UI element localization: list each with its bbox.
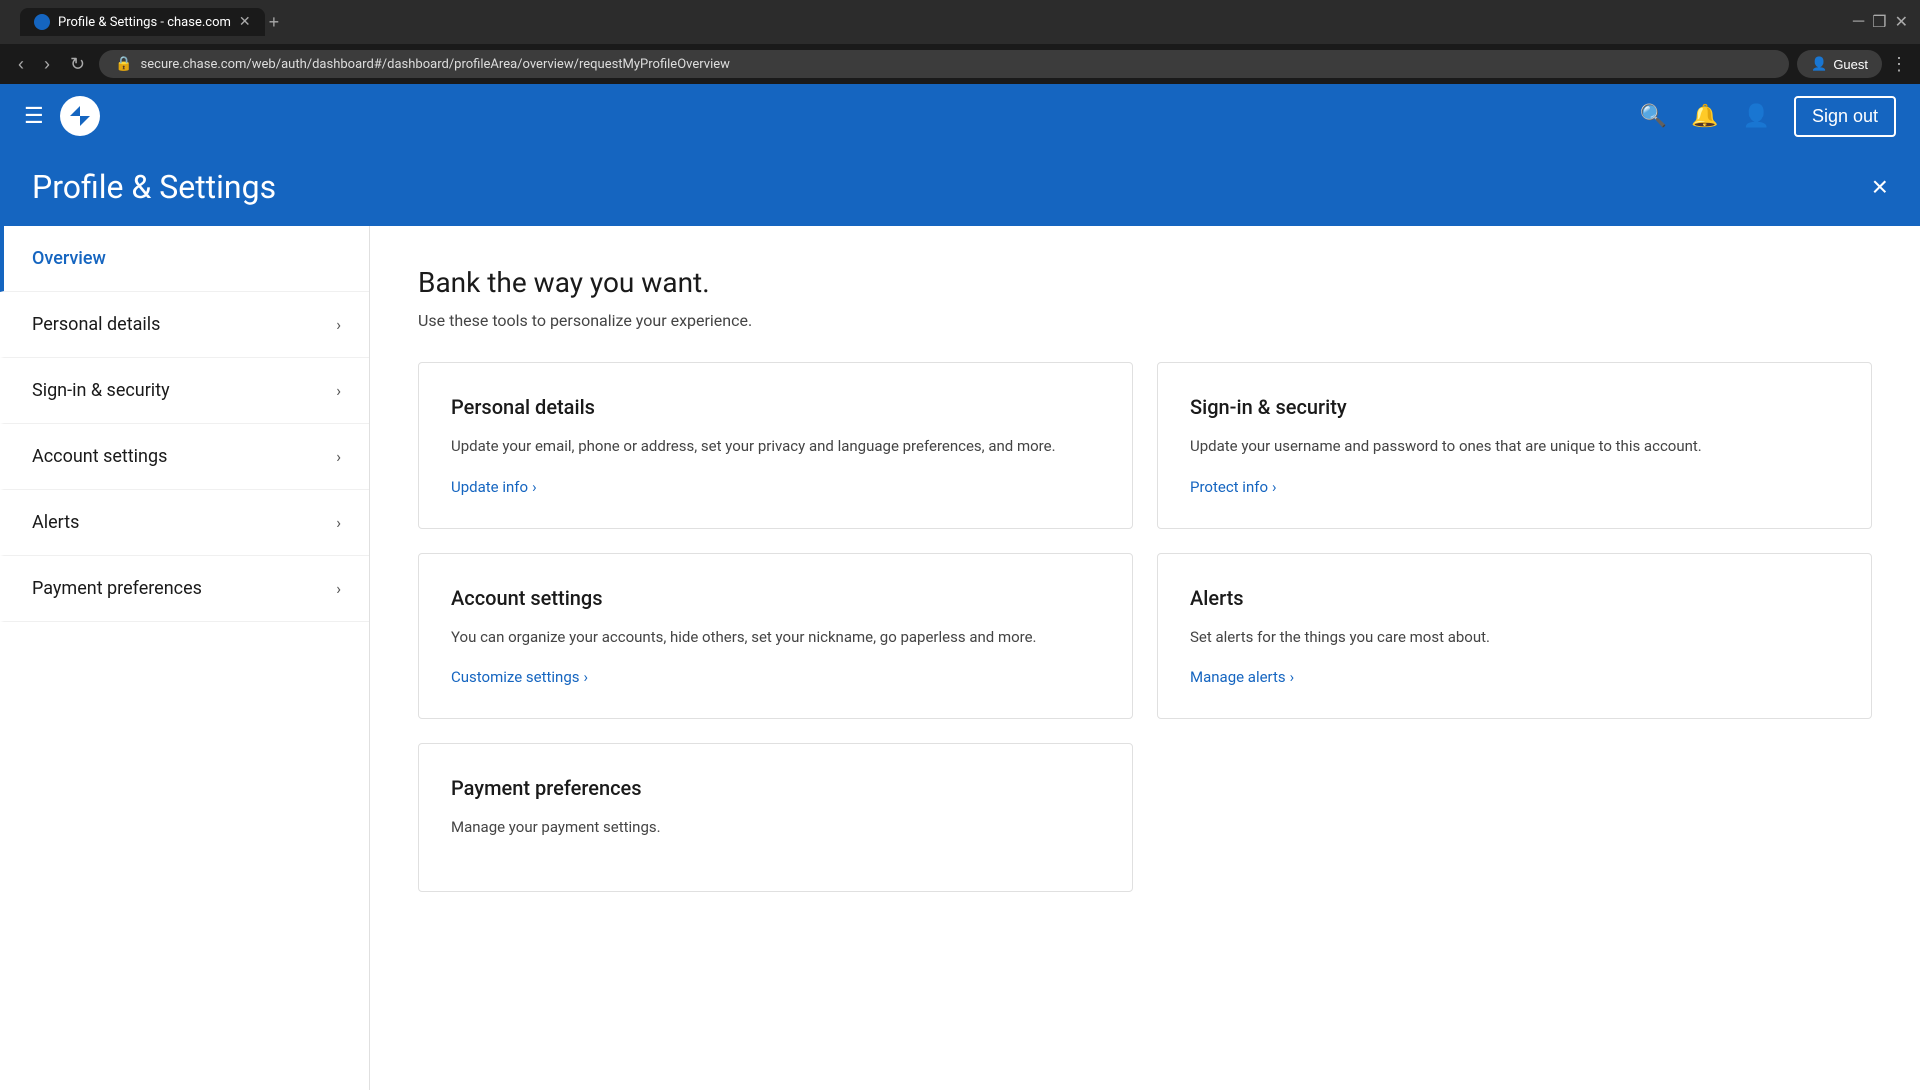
sign-in-security-card: Sign-in & security Update your username … bbox=[1157, 362, 1872, 529]
payment-preferences-card-title: Payment preferences bbox=[451, 776, 1100, 800]
sidebar: Overview Personal details › Sign-in & se… bbox=[0, 226, 370, 1090]
payment-preferences-card-desc: Manage your payment settings. bbox=[451, 816, 1100, 839]
profile-icon: 👤 bbox=[1811, 56, 1827, 72]
new-tab-button[interactable]: + bbox=[269, 12, 280, 33]
sidebar-sign-in-security-label: Sign-in & security bbox=[32, 380, 170, 401]
tab-favicon bbox=[34, 14, 50, 30]
address-bar-row: ‹ › ↻ 🔒 secure.chase.com/web/auth/dashbo… bbox=[0, 44, 1920, 84]
alerts-card-desc: Set alerts for the things you care most … bbox=[1190, 626, 1839, 649]
more-options-button[interactable]: ⋮ bbox=[1890, 54, 1908, 75]
lock-icon: 🔒 bbox=[115, 56, 132, 72]
search-button[interactable]: 🔍 bbox=[1640, 103, 1667, 129]
link-chevron-icon: › bbox=[1272, 478, 1277, 496]
sidebar-payment-preferences-label: Payment preferences bbox=[32, 578, 202, 599]
sidebar-item-account-settings[interactable]: Account settings › bbox=[0, 424, 369, 490]
content-subheading: Use these tools to personalize your expe… bbox=[418, 311, 1872, 330]
account-settings-card: Account settings You can organize your a… bbox=[418, 553, 1133, 720]
personal-details-card: Personal details Update your email, phon… bbox=[418, 362, 1133, 529]
close-window-button[interactable]: ✕ bbox=[1895, 12, 1908, 32]
content-area: Bank the way you want. Use these tools t… bbox=[370, 226, 1920, 1090]
account-settings-customize-link[interactable]: Customize settings › bbox=[451, 668, 1100, 686]
hamburger-button[interactable]: ☰ bbox=[24, 103, 44, 129]
chevron-right-icon: › bbox=[336, 315, 341, 334]
minimize-button[interactable]: ─ bbox=[1853, 12, 1864, 32]
cards-grid: Personal details Update your email, phon… bbox=[418, 362, 1872, 892]
alerts-card: Alerts Set alerts for the things you car… bbox=[1157, 553, 1872, 720]
header-actions: 🔍 🔔 👤 Sign out bbox=[1640, 96, 1896, 137]
sidebar-item-personal-details[interactable]: Personal details › bbox=[0, 292, 369, 358]
forward-button[interactable]: › bbox=[38, 52, 56, 77]
sign-in-security-card-title: Sign-in & security bbox=[1190, 395, 1839, 419]
tab-close-button[interactable]: ✕ bbox=[239, 14, 251, 30]
chevron-right-icon: › bbox=[336, 579, 341, 598]
url-text: secure.chase.com/web/auth/dashboard#/das… bbox=[141, 57, 730, 72]
app-header: ☰ 🔍 🔔 👤 Sign out bbox=[0, 84, 1920, 148]
profile-label: Guest bbox=[1833, 57, 1868, 72]
window-controls: ─ ❒ ✕ bbox=[1853, 12, 1908, 32]
sidebar-item-alerts[interactable]: Alerts › bbox=[0, 490, 369, 556]
sidebar-item-overview[interactable]: Overview bbox=[0, 226, 369, 292]
account-settings-card-desc: You can organize your accounts, hide oth… bbox=[451, 626, 1100, 649]
account-settings-card-title: Account settings bbox=[451, 586, 1100, 610]
sign-in-security-card-desc: Update your username and password to one… bbox=[1190, 435, 1839, 458]
link-chevron-icon: › bbox=[532, 478, 537, 496]
sidebar-personal-details-label: Personal details bbox=[32, 314, 160, 335]
sign-out-button[interactable]: Sign out bbox=[1794, 96, 1896, 137]
main-layout: Overview Personal details › Sign-in & se… bbox=[0, 226, 1920, 1090]
sidebar-item-payment-preferences[interactable]: Payment preferences › bbox=[0, 556, 369, 622]
profile-button[interactable]: 👤 Guest bbox=[1797, 50, 1882, 78]
personal-details-card-title: Personal details bbox=[451, 395, 1100, 419]
profile-icon-button[interactable]: 👤 bbox=[1743, 103, 1770, 129]
tab-bar: Profile & Settings - chase.com ✕ + bbox=[20, 8, 1845, 36]
maximize-button[interactable]: ❒ bbox=[1872, 12, 1886, 32]
alerts-manage-link[interactable]: Manage alerts › bbox=[1190, 668, 1839, 686]
page-header: Profile & Settings × bbox=[0, 148, 1920, 226]
back-button[interactable]: ‹ bbox=[12, 52, 30, 77]
close-page-button[interactable]: × bbox=[1872, 171, 1888, 203]
chevron-right-icon: › bbox=[336, 513, 341, 532]
sidebar-item-sign-in-security[interactable]: Sign-in & security › bbox=[0, 358, 369, 424]
sidebar-alerts-label: Alerts bbox=[32, 512, 79, 533]
address-bar[interactable]: 🔒 secure.chase.com/web/auth/dashboard#/d… bbox=[99, 50, 1789, 78]
chase-logo bbox=[60, 96, 100, 136]
alerts-card-title: Alerts bbox=[1190, 586, 1839, 610]
link-chevron-icon: › bbox=[1290, 668, 1295, 686]
content-heading: Bank the way you want. bbox=[418, 266, 1872, 299]
chevron-right-icon: › bbox=[336, 381, 341, 400]
reload-button[interactable]: ↻ bbox=[64, 52, 91, 77]
link-chevron-icon: › bbox=[584, 668, 589, 686]
chevron-right-icon: › bbox=[336, 447, 341, 466]
sidebar-account-settings-label: Account settings bbox=[32, 446, 167, 467]
browser-chrome: Profile & Settings - chase.com ✕ + ─ ❒ ✕ bbox=[0, 0, 1920, 44]
sidebar-overview-label: Overview bbox=[32, 248, 106, 269]
payment-preferences-card: Payment preferences Manage your payment … bbox=[418, 743, 1133, 892]
tab-title: Profile & Settings - chase.com bbox=[58, 15, 231, 30]
personal-details-update-link[interactable]: Update info › bbox=[451, 478, 1100, 496]
notifications-button[interactable]: 🔔 bbox=[1691, 103, 1718, 129]
personal-details-card-desc: Update your email, phone or address, set… bbox=[451, 435, 1100, 458]
page-title: Profile & Settings bbox=[32, 168, 276, 206]
sign-in-security-protect-link[interactable]: Protect info › bbox=[1190, 478, 1839, 496]
active-tab[interactable]: Profile & Settings - chase.com ✕ bbox=[20, 8, 265, 36]
